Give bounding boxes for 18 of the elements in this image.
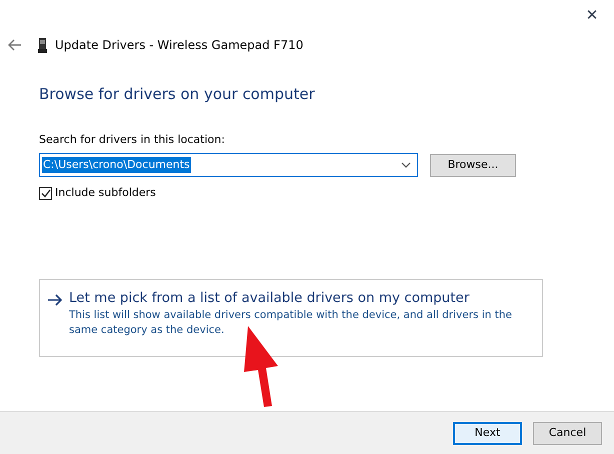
option-description: This list will show available drivers compatible with the device, and all drivers in the same category as the device.: [69, 308, 513, 338]
option-title: Let me pick from a list of available drivers on my computer: [69, 288, 470, 306]
dialog-button[interactable]: Cancel: [533, 422, 602, 444]
path-combo-box[interactable]: C:\Users\crono\Documents: [39, 153, 418, 177]
field-label: Search for drivers in this location:: [39, 132, 226, 148]
dialog-button[interactable]: Next: [453, 422, 522, 444]
browse-button[interactable]: Browse...: [430, 154, 516, 176]
right-arrow-icon: [47, 294, 63, 306]
back-arrow-icon[interactable]: [8, 39, 22, 51]
option-link[interactable]: Let me pick from a list of available drivers on my computer This list will show available drivers compatible with the device, and all drivers in the same category as the device.: [39, 278, 543, 356]
checkbox[interactable]: [39, 186, 52, 200]
path-value: C:\Users\crono\Documents: [42, 156, 191, 174]
window-title: Update Drivers - Wireless Gamepad F710: [55, 37, 304, 54]
close-button[interactable]: ✕: [580, 4, 604, 26]
dropdown-caret-icon: [401, 162, 411, 168]
checkbox-label: Include subfolders: [55, 185, 156, 201]
device-icon: [38, 38, 47, 52]
page-heading: Browse for drivers on your computer: [39, 84, 316, 105]
